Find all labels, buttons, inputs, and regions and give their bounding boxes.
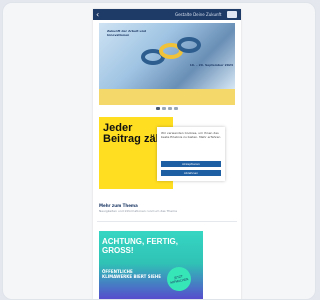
cookie-text: Wir verwenden Cookies, um Ihnen das best… — [161, 131, 221, 139]
section-subtitle: Neuigkeiten und Informationen rund um da… — [99, 209, 177, 213]
carousel-dot[interactable] — [162, 107, 166, 110]
ad-badge: JETZT MITMACHEN — [164, 264, 194, 294]
cookie-decline-button[interactable]: Ablehnen — [161, 170, 221, 176]
top-bar-title: Gestalte Deine Zukunft — [175, 12, 222, 17]
cookie-dialog: Wir verwenden Cookies, um Ihnen das best… — [157, 127, 225, 181]
hero-banner[interactable]: Zukunft der Arbeit und Innovationen 16. … — [99, 23, 235, 89]
chevron-left-icon[interactable]: ‹ — [96, 10, 99, 19]
carousel-dot[interactable] — [168, 107, 172, 110]
hero-date: 16. – 20. September 2024 — [189, 63, 233, 67]
top-bar: ‹ Gestalte Deine Zukunft — [93, 9, 241, 20]
screenshot-card: ‹ Gestalte Deine Zukunft Zukunft der Arb… — [2, 2, 316, 300]
section-title: Mehr zum Thema — [99, 203, 138, 208]
divider — [97, 221, 237, 222]
mobile-page: ‹ Gestalte Deine Zukunft Zukunft der Arb… — [93, 9, 241, 299]
ad-subline: ÖFFENTLICHE KLIMAWERKE BIERT SIEHE — [102, 269, 161, 279]
hero-footer-band — [99, 89, 235, 105]
carousel-dot[interactable] — [156, 107, 160, 110]
ad-headline: ACHTUNG, FERTIG, GROSS! — [102, 237, 178, 255]
carousel-dots — [156, 107, 180, 111]
carousel-dot[interactable] — [174, 107, 178, 110]
cookie-accept-button[interactable]: Akzeptieren — [161, 161, 221, 167]
ad-banner[interactable]: ACHTUNG, FERTIG, GROSS! ÖFFENTLICHE KLIM… — [99, 231, 203, 299]
menu-button[interactable] — [227, 11, 237, 18]
